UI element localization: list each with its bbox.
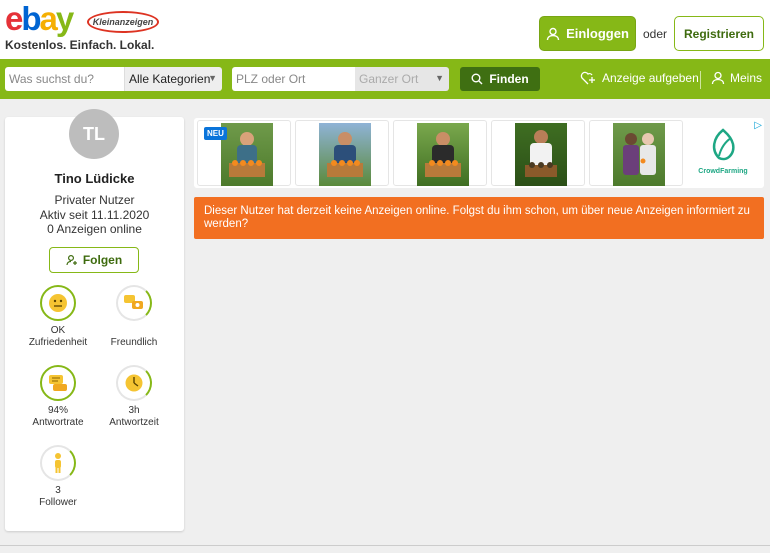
category-value: Alle Kategorien bbox=[129, 72, 211, 86]
no-ads-notice: Dieser Nutzer hat derzeit keine Anzeigen… bbox=[194, 197, 764, 239]
badge-value: 94% bbox=[47, 405, 68, 416]
badge-response-time: 3h Antwortzeit bbox=[94, 365, 174, 429]
ad-banner[interactable]: NEU CrowdFarming ▷ bbox=[194, 118, 764, 188]
search-input[interactable]: Was suchst du? bbox=[5, 67, 125, 91]
user-icon bbox=[546, 27, 560, 40]
search-bar: Was suchst du? Alle Kategorien ▼ PLZ ode… bbox=[0, 59, 770, 99]
profile-active-since: Aktiv seit 11.11.2020 bbox=[39, 208, 150, 222]
neutral-face-icon bbox=[49, 294, 67, 312]
badge-value: 3 bbox=[55, 485, 61, 496]
ad-photo bbox=[515, 123, 567, 186]
chat-icon bbox=[49, 375, 67, 391]
mine-label: Meins bbox=[730, 71, 763, 85]
mine-link[interactable]: Meins bbox=[711, 71, 762, 85]
ad-tile[interactable] bbox=[295, 120, 389, 186]
ad-tile[interactable] bbox=[491, 120, 585, 186]
ad-tile[interactable]: NEU bbox=[197, 120, 291, 186]
add-ad-icon bbox=[580, 71, 595, 85]
user-icon bbox=[711, 71, 725, 85]
radius-select[interactable]: Ganzer Ort ▼ bbox=[355, 67, 449, 91]
header: ebay Kleinanzeigen Kostenlos. Einfach. L… bbox=[0, 0, 770, 59]
register-button[interactable]: Registrieren bbox=[674, 16, 764, 51]
badge-label: Antwortrate bbox=[32, 417, 84, 428]
profile-card: TL Tino Lüdicke Privater Nutzer Aktiv se… bbox=[5, 109, 184, 531]
tagline: Kostenlos. Einfach. Lokal. bbox=[5, 38, 155, 52]
login-button[interactable]: Einloggen bbox=[539, 16, 636, 51]
badge-value: 3h bbox=[128, 405, 140, 416]
nav-divider bbox=[700, 71, 701, 89]
speech-bubbles-icon bbox=[124, 295, 143, 309]
category-select[interactable]: Alle Kategorien ▼ bbox=[124, 67, 222, 91]
avatar: TL bbox=[69, 109, 119, 159]
badge-satisfaction: OK Zufriedenheit bbox=[18, 285, 98, 349]
radius-value: Ganzer Ort bbox=[359, 72, 419, 86]
site-logo[interactable]: ebay Kleinanzeigen bbox=[5, 0, 165, 38]
badge-label: Freundlich bbox=[110, 337, 158, 348]
or-text: oder bbox=[643, 27, 668, 41]
badge-label: Zufriedenheit bbox=[28, 337, 88, 348]
ad-photo bbox=[319, 123, 371, 186]
new-badge: NEU bbox=[204, 127, 227, 140]
profile-name: Tino Lüdicke bbox=[54, 171, 135, 186]
adchoices-icon[interactable]: ▷ bbox=[754, 120, 762, 131]
find-button[interactable]: Finden bbox=[460, 67, 540, 91]
logo-kleinanzeigen: Kleinanzeigen bbox=[87, 11, 159, 33]
location-input[interactable]: PLZ oder Ort bbox=[232, 67, 356, 91]
chevron-down-icon: ▼ bbox=[208, 73, 217, 83]
follow-label: Folgen bbox=[82, 253, 123, 267]
crowdfarming-logo[interactable]: CrowdFarming bbox=[690, 126, 756, 184]
badge-follower: 3 Follower bbox=[18, 445, 98, 509]
badge-label: Follower bbox=[39, 497, 77, 508]
person-icon bbox=[55, 453, 61, 473]
ad-tile[interactable] bbox=[589, 120, 683, 186]
badge-value: OK bbox=[50, 325, 66, 336]
search-icon bbox=[471, 73, 483, 85]
ad-photo bbox=[221, 123, 273, 186]
post-ad-link[interactable]: Anzeige aufgeben bbox=[580, 71, 699, 85]
logo-ebay: ebay bbox=[5, 0, 74, 37]
badge-label: Antwortzeit bbox=[109, 417, 159, 428]
follow-button[interactable]: Folgen bbox=[49, 247, 139, 273]
badge-friendly: Freundlich bbox=[94, 285, 174, 349]
find-label: Finden bbox=[489, 72, 529, 86]
ad-photo bbox=[417, 123, 469, 186]
profile-type: Privater Nutzer bbox=[54, 193, 135, 207]
leaf-logo-icon bbox=[712, 128, 735, 161]
profile-ads-online: 0 Anzeigen online bbox=[47, 222, 142, 236]
post-ad-label: Anzeige aufgeben bbox=[602, 71, 699, 85]
ad-photo bbox=[613, 123, 665, 186]
footer-divider bbox=[0, 545, 770, 546]
chevron-down-icon: ▼ bbox=[435, 73, 444, 83]
ad-tile[interactable] bbox=[393, 120, 487, 186]
badge-value bbox=[94, 325, 174, 337]
clock-icon bbox=[125, 374, 143, 392]
ad-brand: CrowdFarming bbox=[698, 168, 748, 175]
follow-user-icon bbox=[66, 254, 77, 266]
login-label: Einloggen bbox=[566, 26, 629, 41]
badge-response-rate: 94% Antwortrate bbox=[18, 365, 98, 429]
